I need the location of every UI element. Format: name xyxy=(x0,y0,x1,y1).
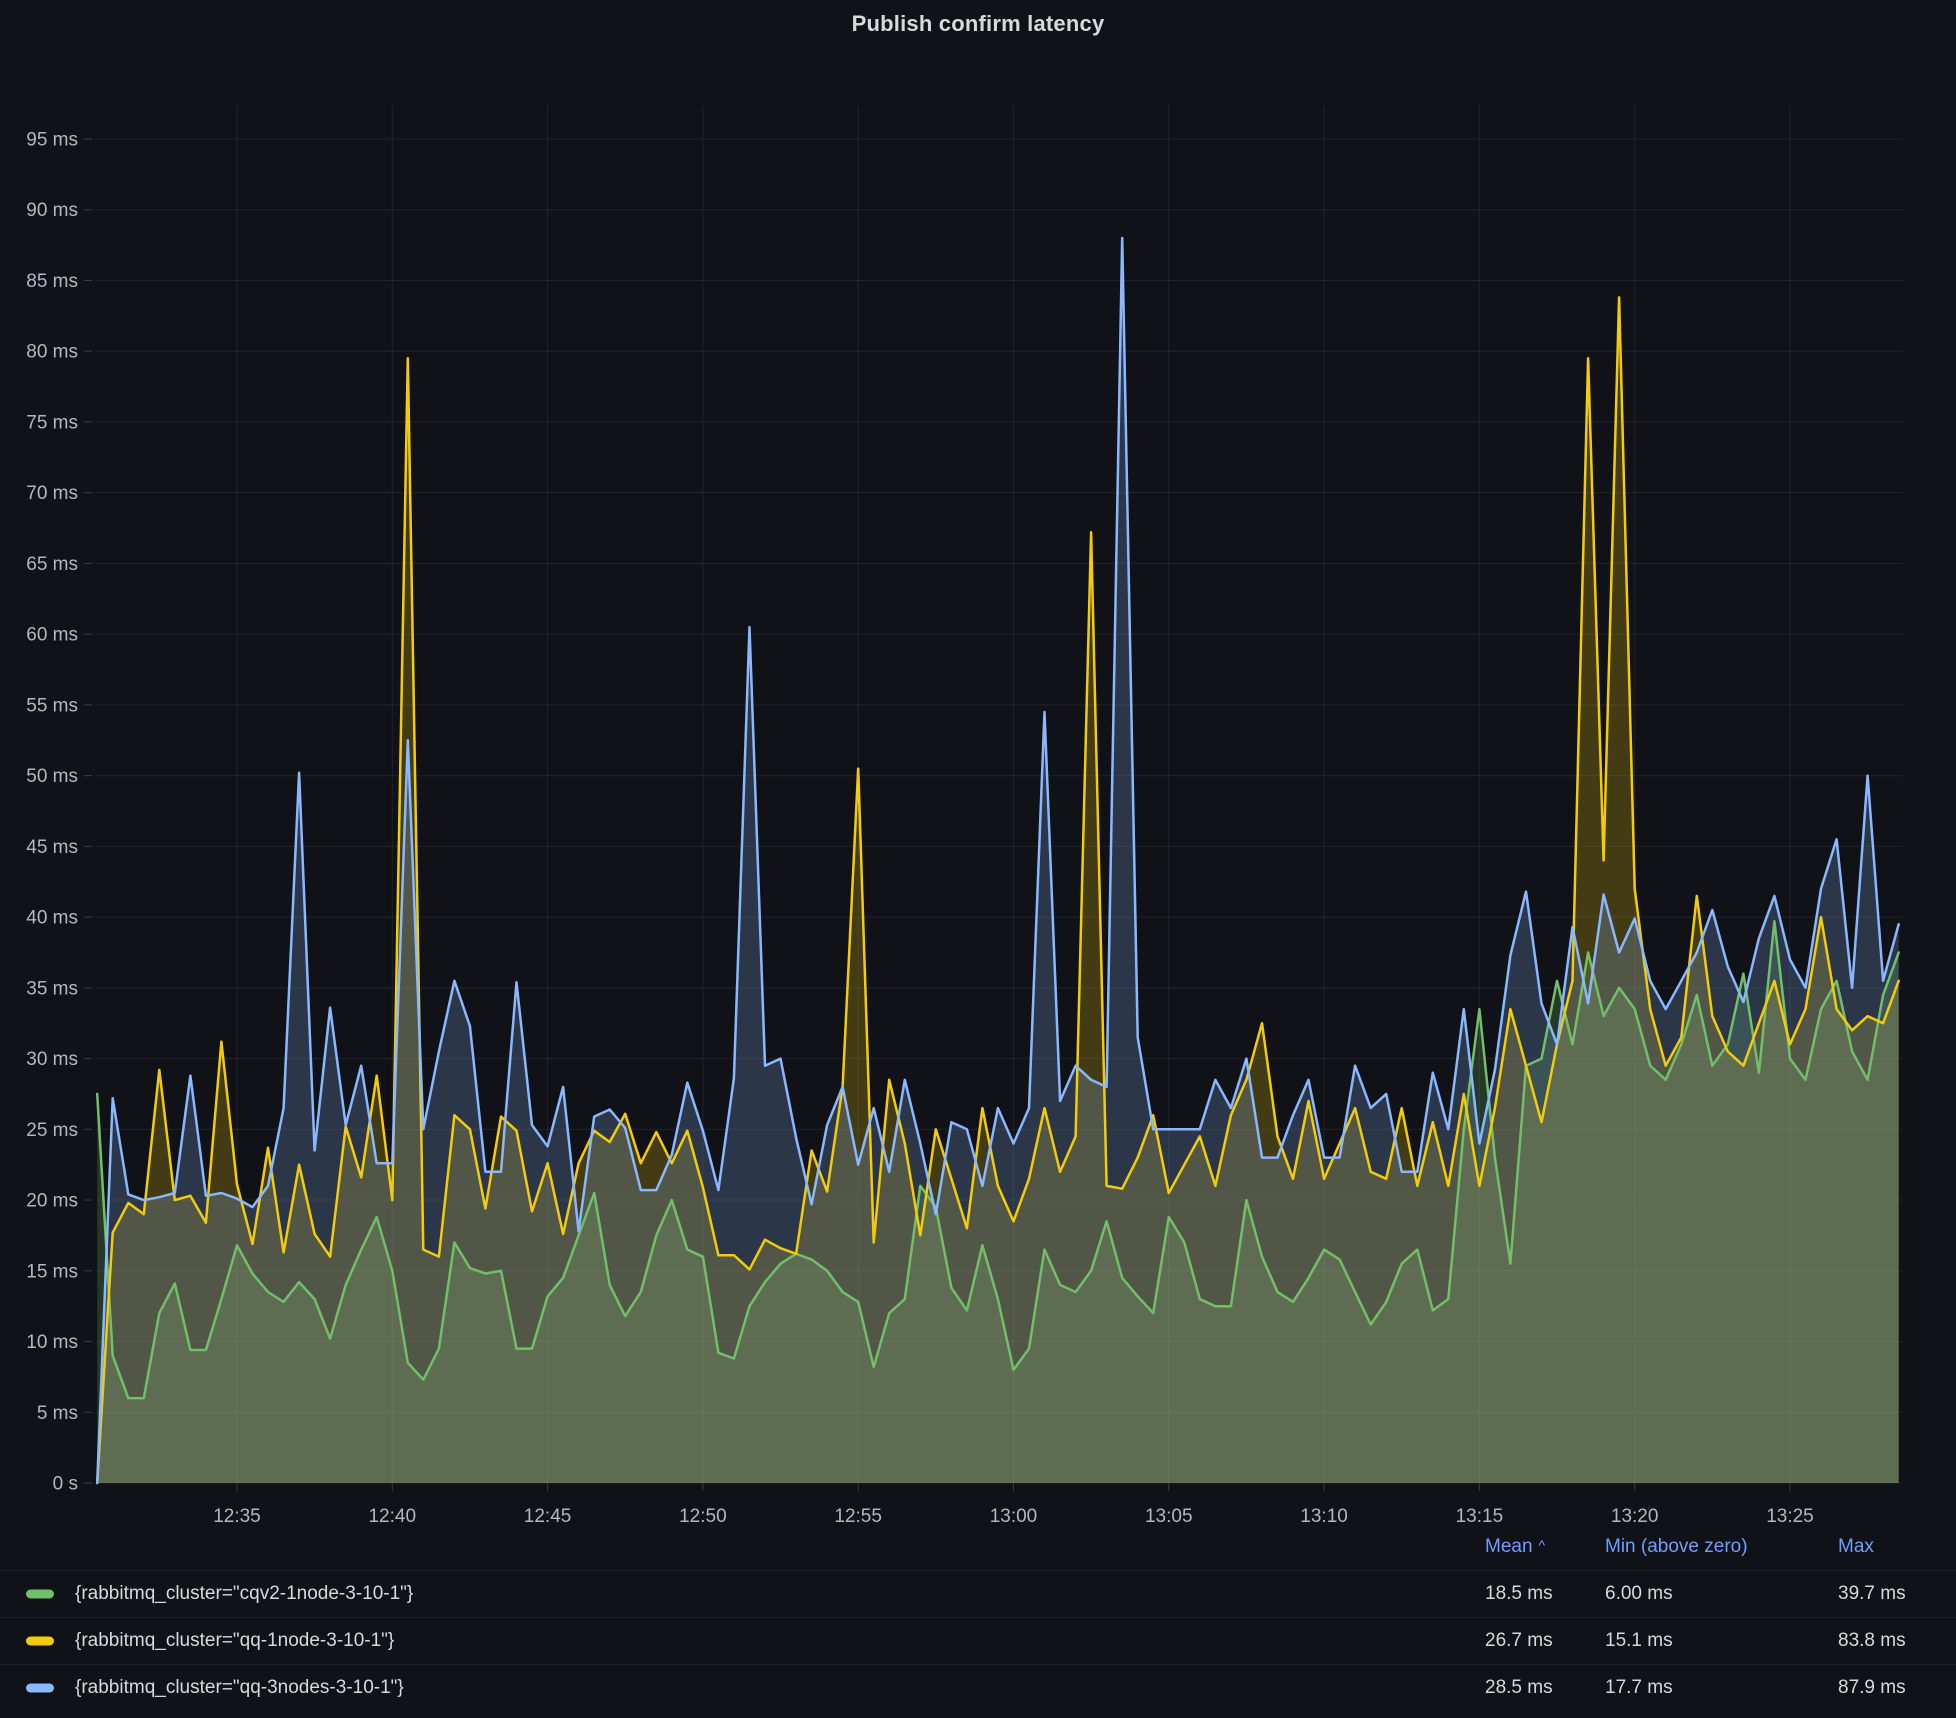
legend-header-mean-label: Mean xyxy=(1485,1536,1533,1557)
legend-header-mean[interactable]: Mean ^ xyxy=(1485,1536,1545,1558)
y-axis-label: 20 ms xyxy=(26,1191,78,1212)
legend-stat-max: 39.7 ms xyxy=(1838,1583,1906,1605)
x-axis-label: 12:40 xyxy=(368,1506,416,1524)
y-axis-label: 5 ms xyxy=(37,1403,78,1424)
x-axis-label: 12:45 xyxy=(524,1506,572,1524)
legend-stat-min: 15.1 ms xyxy=(1605,1630,1673,1652)
x-axis-label: 13:20 xyxy=(1611,1506,1659,1524)
y-axis-label: 40 ms xyxy=(26,908,78,929)
legend-stat-max: 83.8 ms xyxy=(1838,1630,1906,1652)
timeseries-panel: Publish confirm latency 0 s5 ms10 ms15 m… xyxy=(0,0,1956,1718)
legend-header-row: Mean ^ Min (above zero) Max xyxy=(0,1524,1956,1570)
legend-header-min[interactable]: Min (above zero) xyxy=(1605,1536,1748,1558)
legend-row: {rabbitmq_cluster="qq-3nodes-3-10-1"} 28.… xyxy=(0,1664,1956,1711)
legend-series-swatch[interactable] xyxy=(26,1684,54,1693)
y-axis-label: 45 ms xyxy=(26,837,78,858)
legend-stat-mean: 18.5 ms xyxy=(1485,1583,1553,1605)
y-axis-label: 10 ms xyxy=(26,1332,78,1353)
legend-stat-max: 87.9 ms xyxy=(1838,1677,1906,1699)
legend-series-swatch[interactable] xyxy=(26,1590,54,1599)
x-axis-label: 13:00 xyxy=(990,1506,1038,1524)
x-axis-label: 12:35 xyxy=(213,1506,261,1524)
y-axis-label: 95 ms xyxy=(26,129,78,150)
y-axis-label: 70 ms xyxy=(26,483,78,504)
y-axis-label: 50 ms xyxy=(26,766,78,787)
y-axis-label: 60 ms xyxy=(26,625,78,646)
legend-series-label[interactable]: {rabbitmq_cluster="cqv2-1node-3-10-1"} xyxy=(75,1583,413,1605)
y-axis-label: 25 ms xyxy=(26,1120,78,1141)
y-axis-label: 55 ms xyxy=(26,695,78,716)
legend-header-max[interactable]: Max xyxy=(1838,1536,1874,1558)
legend-row: {rabbitmq_cluster="qq-1node-3-10-1"} 26.7… xyxy=(0,1617,1956,1664)
y-axis-label: 85 ms xyxy=(26,271,78,292)
legend-table: Mean ^ Min (above zero) Max {rabbitmq_clu… xyxy=(0,1524,1956,1711)
legend-stat-min: 6.00 ms xyxy=(1605,1583,1673,1605)
y-axis-label: 65 ms xyxy=(26,554,78,575)
sort-asc-icon: ^ xyxy=(1539,1537,1546,1553)
x-axis-label: 13:25 xyxy=(1766,1506,1814,1524)
legend-stat-min: 17.7 ms xyxy=(1605,1677,1673,1699)
legend-series-label[interactable]: {rabbitmq_cluster="qq-1node-3-10-1"} xyxy=(75,1630,394,1652)
chart-plot-area[interactable] xyxy=(95,105,1903,1483)
legend-stat-mean: 28.5 ms xyxy=(1485,1677,1553,1699)
legend-series-label[interactable]: {rabbitmq_cluster="qq-3nodes-3-10-1"} xyxy=(75,1677,404,1699)
y-axis-label: 35 ms xyxy=(26,978,78,999)
y-axis-label: 80 ms xyxy=(26,342,78,363)
legend-row: {rabbitmq_cluster="cqv2-1node-3-10-1"} 18… xyxy=(0,1570,1956,1617)
y-axis-label: 30 ms xyxy=(26,1049,78,1070)
x-axis-label: 13:10 xyxy=(1300,1506,1348,1524)
x-axis-label: 12:50 xyxy=(679,1506,727,1524)
x-axis-label: 12:55 xyxy=(834,1506,882,1524)
latency-chart: 0 s 5 ms 10 ms 15 ms 20 ms 25 ms 30 ms 35 ms 40 … xyxy=(0,0,1956,1524)
y-axis-label: 90 ms xyxy=(26,200,78,221)
legend-stat-mean: 26.7 ms xyxy=(1485,1630,1553,1652)
x-axis-label: 13:05 xyxy=(1145,1506,1193,1524)
x-axis-label: 13:15 xyxy=(1456,1506,1504,1524)
legend-series-swatch[interactable] xyxy=(26,1637,54,1646)
y-axis-label: 15 ms xyxy=(26,1261,78,1282)
y-axis-label: 75 ms xyxy=(26,412,78,433)
y-axis-label: 0 s xyxy=(53,1474,78,1495)
